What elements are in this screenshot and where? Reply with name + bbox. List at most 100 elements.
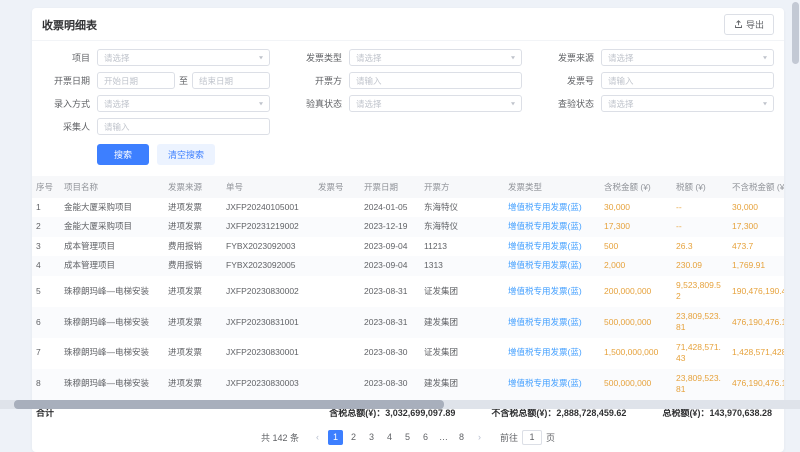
project-select[interactable]: 请选择 ▾ — [97, 49, 270, 66]
pagination-total: 共 142 条 — [261, 431, 299, 444]
page-button[interactable]: 3 — [364, 430, 379, 445]
cell-no: 2 — [32, 217, 60, 236]
verify-status-select[interactable]: 请选择 ▾ — [349, 95, 522, 112]
cell-no: 1 — [32, 198, 60, 217]
cell-type: 增值税专用发票(蓝) — [504, 237, 600, 256]
cell-project: 珠穆朗玛峰—电梯安装 — [60, 369, 164, 400]
invoice-source-label: 发票来源 — [540, 51, 594, 64]
cell-order_no: JXFP20230831001 — [222, 307, 314, 338]
entry-method-label: 录入方式 — [36, 97, 90, 110]
table-header-row: 序号项目名称发票来源单号发票号开票日期开票方发票类型含税金额 (¥)税额 (¥)… — [32, 176, 784, 198]
table-row: 8珠穆朗玛峰—电梯安装进项发票JXFP202308300032023-08-30… — [32, 369, 784, 400]
goto-unit: 页 — [546, 431, 555, 444]
cell-tax: -- — [672, 217, 728, 236]
page-button[interactable]: 5 — [400, 430, 415, 445]
cell-no: 8 — [32, 369, 60, 400]
summary-total-label: 总税额(¥)： — [662, 408, 709, 418]
check-status-label: 查验状态 — [540, 97, 594, 110]
cell-tax: -- — [672, 198, 728, 217]
prev-page-icon[interactable]: ‹ — [310, 430, 325, 445]
summary-total-label: 不含税总额(¥)： — [491, 408, 556, 418]
table-row: 3成本管理项目费用报销FYBX20230920032023-09-0411213… — [32, 237, 784, 256]
vertical-scrollbar-thumb[interactable] — [792, 2, 799, 64]
page-button[interactable]: 4 — [382, 430, 397, 445]
goto-label: 前往 — [500, 431, 518, 444]
cell-issuer: 建发集团 — [420, 369, 504, 400]
check-status-select[interactable]: 请选择 ▾ — [601, 95, 774, 112]
project-label: 项目 — [36, 51, 90, 64]
collector-input[interactable] — [97, 118, 270, 135]
page-button[interactable]: 1 — [328, 430, 343, 445]
horizontal-scrollbar[interactable] — [0, 400, 800, 409]
invoice-type-placeholder: 请选择 — [356, 52, 511, 64]
table-row: 6珠穆朗玛峰—电梯安装进项发票JXFP202308310012023-08-31… — [32, 307, 784, 338]
column-header: 项目名称 — [60, 176, 164, 198]
invoice-source-select[interactable]: 请选择 ▾ — [601, 49, 774, 66]
end-date-input[interactable] — [192, 72, 270, 89]
cell-no: 5 — [32, 276, 60, 307]
cell-source: 费用报销 — [164, 256, 222, 275]
cell-order_no: JXFP20240105001 — [222, 198, 314, 217]
page-button[interactable]: 2 — [346, 430, 361, 445]
column-header: 税额 (¥) — [672, 176, 728, 198]
cell-tax: 230.09 — [672, 256, 728, 275]
cell-project: 珠穆朗玛峰—电梯安装 — [60, 338, 164, 369]
column-header: 开票方 — [420, 176, 504, 198]
cell-amount: 500,000,000 — [600, 307, 672, 338]
table-row: 5珠穆朗玛峰—电梯安装进项发票JXFP202308300022023-08-31… — [32, 276, 784, 307]
cell-net: 17,300 — [728, 217, 784, 236]
cell-type: 增值税专用发票(蓝) — [504, 256, 600, 275]
start-date-input[interactable] — [97, 72, 175, 89]
goto-page: 前往 页 — [500, 430, 555, 445]
cell-invoice_no — [314, 307, 360, 338]
cell-type: 增值税专用发票(蓝) — [504, 307, 600, 338]
entry-method-select[interactable]: 请选择 ▾ — [97, 95, 270, 112]
vertical-scrollbar[interactable] — [792, 0, 799, 400]
cell-order_no: JXFP20230830003 — [222, 369, 314, 400]
search-button[interactable]: 搜索 — [97, 144, 149, 165]
invoice-detail-card: 收票明细表 导出 项目 请选择 ▾ 发票类型 请选择 — [32, 8, 784, 452]
verify-status-placeholder: 请选择 — [356, 98, 511, 110]
cell-type: 增值税专用发票(蓝) — [504, 217, 600, 236]
cell-tax: 23,809,523.81 — [672, 369, 728, 400]
cell-net: 1,428,571,428.57 — [728, 338, 784, 369]
cell-date: 2023-09-04 — [360, 237, 420, 256]
cell-source: 进项发票 — [164, 307, 222, 338]
cell-date: 2023-08-31 — [360, 307, 420, 338]
export-button[interactable]: 导出 — [724, 14, 774, 35]
cell-date: 2024-01-05 — [360, 198, 420, 217]
cell-invoice_no — [314, 217, 360, 236]
cell-order_no: JXFP20231219002 — [222, 217, 314, 236]
cell-net: 1,769.91 — [728, 256, 784, 275]
invoice-table: 序号项目名称发票来源单号发票号开票日期开票方发票类型含税金额 (¥)税额 (¥)… — [32, 176, 784, 400]
cell-amount: 1,500,000,000 — [600, 338, 672, 369]
cell-invoice_no — [314, 369, 360, 400]
next-page-icon[interactable]: › — [472, 430, 487, 445]
cell-date: 2023-09-04 — [360, 256, 420, 275]
cell-source: 进项发票 — [164, 217, 222, 236]
cell-no: 4 — [32, 256, 60, 275]
column-header: 发票来源 — [164, 176, 222, 198]
invoice-no-input[interactable] — [601, 72, 774, 89]
issuer-input[interactable] — [349, 72, 522, 89]
cell-source: 进项发票 — [164, 369, 222, 400]
table-body: 1金能大厦采购项目进项发票JXFP202401050012024-01-05东海… — [32, 198, 784, 400]
collector-label: 采集人 — [36, 120, 90, 133]
cell-date: 2023-08-31 — [360, 276, 420, 307]
clear-search-button[interactable]: 清空搜索 — [157, 144, 215, 165]
invoice-date-label: 开票日期 — [36, 74, 90, 87]
column-header: 序号 — [32, 176, 60, 198]
goto-page-input[interactable] — [522, 430, 542, 445]
invoice-table-wrap: 序号项目名称发票来源单号发票号开票日期开票方发票类型含税金额 (¥)税额 (¥)… — [32, 176, 784, 400]
horizontal-scrollbar-thumb[interactable] — [14, 400, 444, 409]
verify-status-label: 验真状态 — [288, 97, 342, 110]
page-button[interactable]: 6 — [418, 430, 433, 445]
cell-amount: 17,300 — [600, 217, 672, 236]
chevron-down-icon: ▾ — [763, 100, 767, 107]
chevron-down-icon: ▾ — [511, 54, 515, 61]
cell-project: 成本管理项目 — [60, 256, 164, 275]
invoice-type-select[interactable]: 请选择 ▾ — [349, 49, 522, 66]
page-button[interactable]: 8 — [454, 430, 469, 445]
cell-invoice_no — [314, 276, 360, 307]
cell-issuer: 证发集团 — [420, 276, 504, 307]
